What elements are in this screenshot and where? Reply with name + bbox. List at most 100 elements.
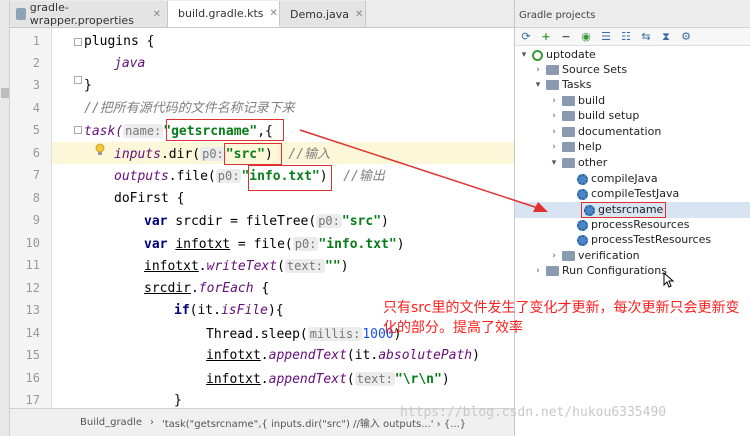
- code-line: plugins {: [84, 34, 155, 49]
- code-line: infotxt.appendText(it.absolutePath): [206, 348, 480, 363]
- mouse-cursor-icon: [663, 272, 675, 288]
- fold-marker[interactable]: [74, 126, 82, 134]
- folder-icon: [546, 266, 559, 276]
- line-number: 13: [25, 303, 40, 317]
- gradle-projects-panel: Gradle projects ⟳ + − ◉ ☰ ☷ ⇆ ⧗ ⚙ ▾ upto…: [514, 0, 750, 436]
- chevron-down-icon[interactable]: ▾: [533, 77, 543, 93]
- tree-node-label: compileTestJava: [591, 187, 680, 200]
- chevron-down-icon[interactable]: ▾: [549, 155, 559, 171]
- tool-strip-marker: [1, 88, 9, 98]
- chevron-right-icon[interactable]: ›: [549, 93, 559, 109]
- chevron-right-icon[interactable]: ›: [549, 139, 559, 155]
- code-line: inputs.dir(p0: "src") //输入: [114, 147, 331, 162]
- highlight-box-task-name: [166, 119, 284, 141]
- tree-node-source-sets[interactable]: › Source Sets: [533, 62, 627, 78]
- add-icon[interactable]: +: [539, 30, 553, 44]
- line-number: 1: [32, 34, 40, 48]
- tab-label: Demo.java: [290, 7, 350, 21]
- close-icon[interactable]: ✕: [153, 9, 161, 20]
- tab-demo-java[interactable]: Demo.java ✕: [280, 1, 366, 27]
- tree-node-label: help: [578, 140, 602, 153]
- tree-node-label: Source Sets: [562, 63, 628, 76]
- tree-node-getsrcname[interactable]: getsrcname: [581, 202, 667, 218]
- tree-node-label: other: [578, 156, 608, 169]
- line-number: 2: [32, 56, 40, 70]
- highlight-box-info-txt: [248, 165, 332, 191]
- tree-node-documentation[interactable]: › documentation: [549, 124, 661, 140]
- annotation-text: 只有src里的文件发生了变化才更新，每次更新只会更新变化的部分。提高了效率: [383, 300, 740, 336]
- code-line: srcdir.forEach {: [144, 281, 270, 296]
- fold-marker[interactable]: [74, 76, 82, 84]
- tree-node-compilejava[interactable]: compileJava: [577, 171, 658, 187]
- collapse-all-icon[interactable]: ☷: [619, 30, 633, 44]
- highlight-box-src: [224, 143, 282, 165]
- line-number: 12: [25, 281, 40, 295]
- code-line: java: [114, 56, 146, 71]
- code-line: //把所有源代码的文件名称记录下来: [84, 101, 295, 116]
- tree-node-uptodate[interactable]: ▾ uptodate: [519, 47, 596, 63]
- folder-icon: [562, 251, 575, 261]
- tab-build-gradle-kts[interactable]: build.gradle.kts ✕: [168, 1, 280, 27]
- expand-all-icon[interactable]: ☰: [599, 30, 613, 44]
- tree-node-label: build setup: [578, 109, 640, 122]
- tree-node-label: Run Configurations: [562, 264, 667, 277]
- gear-icon: [577, 219, 588, 231]
- link-icon[interactable]: ⇆: [639, 30, 653, 44]
- code-line: }: [174, 393, 182, 408]
- folder-icon: [562, 158, 575, 168]
- panel-title: Gradle projects: [515, 0, 750, 28]
- tree-node-build[interactable]: › build: [549, 93, 605, 109]
- line-number: 9: [32, 213, 40, 227]
- fold-marker[interactable]: [74, 38, 82, 46]
- tree-node-label: verification: [578, 249, 640, 262]
- gradle-project-icon: [532, 49, 543, 61]
- editor-tab-bar: gradle-wrapper.properties ✕ build.gradle…: [10, 0, 514, 28]
- code-line: var infotxt = file(p0: "info.txt"): [144, 237, 405, 252]
- chevron-right-icon[interactable]: ›: [549, 124, 559, 140]
- tree-node-label: uptodate: [546, 48, 596, 61]
- properties-file-icon: [16, 8, 26, 20]
- line-number: 5: [32, 123, 40, 137]
- tree-node-other[interactable]: ▾ other: [549, 155, 608, 171]
- line-number: 7: [32, 168, 40, 182]
- gear-icon: [577, 188, 588, 200]
- tree-node-label: getsrcname: [598, 203, 664, 216]
- watermark: https://blog.csdn.net/hukou6335490: [400, 405, 667, 420]
- tree-node-processtestresources[interactable]: processTestResources: [577, 232, 711, 248]
- chevron-right-icon[interactable]: ›: [549, 248, 559, 264]
- settings-icon[interactable]: ⚙: [679, 30, 693, 44]
- line-number: 8: [32, 191, 40, 205]
- line-number: 3: [32, 78, 40, 92]
- chevron-down-icon[interactable]: ▾: [519, 47, 529, 63]
- folder-icon: [562, 111, 575, 121]
- toggle-offline-icon[interactable]: ⧗: [659, 30, 673, 44]
- remove-icon[interactable]: −: [559, 30, 573, 44]
- close-icon[interactable]: ✕: [355, 9, 363, 20]
- line-number: 11: [25, 258, 40, 272]
- run-icon[interactable]: ◉: [579, 30, 593, 44]
- code-editor[interactable]: 1 2 3 4 5 6 7 8 9 10 11 12 13 14 15 16 1…: [10, 28, 514, 408]
- tree-node-run-configurations[interactable]: › Run Configurations: [533, 263, 667, 279]
- tab-gradle-wrapper-properties[interactable]: gradle-wrapper.properties ✕: [10, 1, 168, 27]
- tree-node-compiletestjava[interactable]: compileTestJava: [577, 186, 679, 202]
- code-line: var srcdir = fileTree(p0: "src"): [144, 214, 389, 229]
- code-line: infotxt.appendText(text: "\r\n"): [206, 372, 450, 387]
- tree-node-help[interactable]: › help: [549, 139, 602, 155]
- close-icon[interactable]: ✕: [270, 8, 278, 19]
- chevron-right-icon[interactable]: ›: [533, 263, 543, 279]
- tree-node-processresources[interactable]: processResources: [577, 217, 689, 233]
- tree-node-build-setup[interactable]: › build setup: [549, 108, 639, 124]
- tree-node-tasks[interactable]: ▾ Tasks: [533, 77, 592, 93]
- code-line: Thread.sleep(millis: 1000): [206, 327, 402, 342]
- folder-icon: [546, 80, 559, 90]
- folder-icon: [546, 65, 559, 75]
- breadcrumb-item[interactable]: Build_gradle: [80, 417, 142, 428]
- chevron-right-icon[interactable]: ›: [549, 108, 559, 124]
- refresh-icon[interactable]: ⟳: [519, 30, 533, 44]
- line-number: 16: [25, 371, 40, 385]
- chevron-right-icon[interactable]: ›: [533, 62, 543, 78]
- lightbulb-icon[interactable]: [94, 143, 106, 157]
- line-number: 17: [25, 393, 40, 407]
- tab-label: gradle-wrapper.properties: [29, 1, 134, 27]
- tree-node-verification[interactable]: › verification: [549, 248, 640, 264]
